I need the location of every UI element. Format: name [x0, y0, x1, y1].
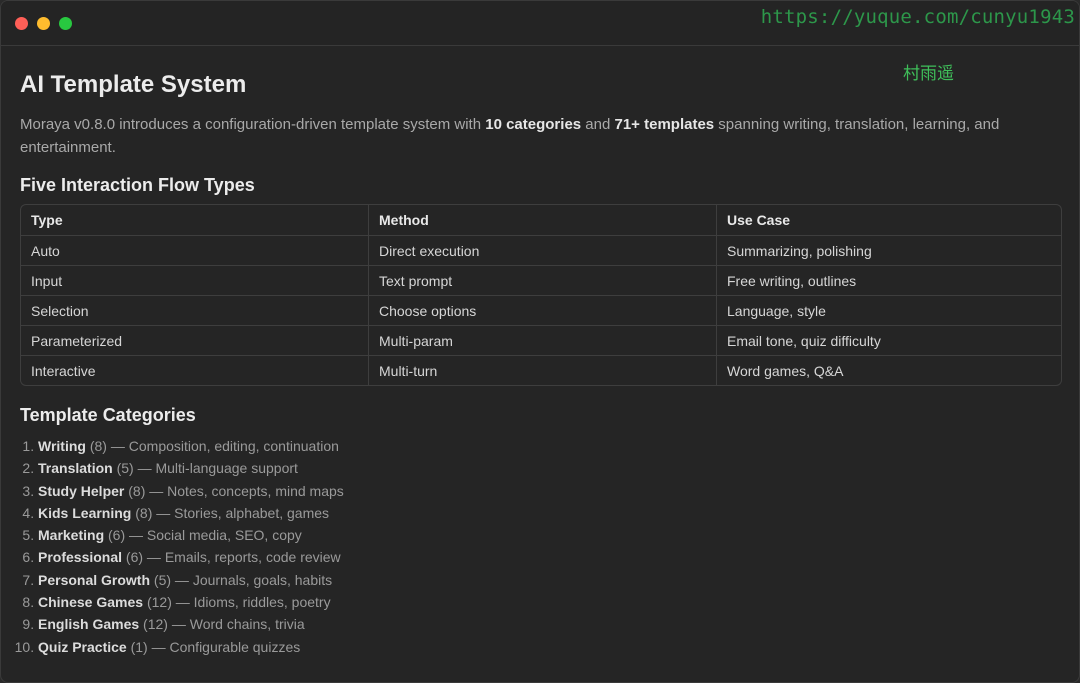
close-window-button[interactable] — [15, 17, 28, 30]
table-row: Parameterized Multi-param Email tone, qu… — [21, 326, 1061, 356]
cell-method: Choose options — [369, 296, 717, 326]
list-item: English Games (12) — Word chains, trivia — [38, 613, 1060, 635]
watermark-url: https://yuque.com/cunyu1943 — [760, 6, 1075, 28]
category-desc: — Emails, reports, code review — [143, 549, 341, 566]
column-header-use-case: Use Case — [717, 205, 1061, 236]
cell-use-case: Word games, Q&A — [727, 362, 844, 379]
list-item: Marketing (6) — Social media, SEO, copy — [38, 524, 1060, 546]
category-name: Chinese Games — [38, 594, 144, 611]
categories-heading: Template Categories — [20, 405, 196, 425]
category-count: (12) — [143, 616, 168, 633]
category-desc: — Composition, editing, continuation — [106, 438, 339, 454]
watermark-author: 村雨遥 — [903, 64, 954, 84]
table-row: Selection Choose options Language, style — [21, 296, 1061, 326]
cell-method: Multi-turn — [369, 356, 717, 385]
list-item: Professional (6) — Emails, reports, code… — [38, 546, 1060, 568]
category-count: (6) — [125, 549, 144, 566]
category-name: English Games — [38, 616, 140, 633]
table-row: Interactive Multi-turn Word games, Q&A — [21, 356, 1061, 385]
cell-type: Auto — [21, 236, 369, 266]
list-item: Quiz Practice (1) — Configurable quizzes — [38, 636, 1060, 658]
category-count: (5) — [153, 571, 172, 588]
app-window: https://yuque.com/cunyu1943 村雨遥 AI Templ… — [0, 0, 1080, 683]
list-item: Study Helper (8) — Notes, concepts, mind… — [38, 480, 1060, 502]
document-content: AI Template System Moraya v0.8.0 introdu… — [1, 46, 1079, 658]
intro-bold-templates: 71+ templates — [614, 116, 715, 133]
category-name: Quiz Practice — [38, 638, 127, 655]
table-row: Input Text prompt Free writing, outlines — [21, 266, 1061, 296]
flow-types-table: Type Method Use Case Auto Direct executi… — [20, 204, 1062, 386]
table-row: Auto Direct execution Summarizing, polis… — [21, 236, 1061, 266]
categories-list: Writing (8) — Composition, editing, cont… — [20, 435, 1060, 658]
category-name: Professional — [38, 549, 123, 566]
intro-paragraph: Moraya v0.8.0 introduces a configuration… — [20, 113, 1050, 159]
category-name: Study Helper — [38, 482, 125, 499]
flow-types-heading: Five Interaction Flow Types — [20, 175, 255, 195]
table-header-row: Type Method Use Case — [21, 205, 1061, 236]
category-desc: — Word chains, trivia — [167, 616, 305, 633]
cell-use-case: Language, style — [717, 296, 1061, 326]
cell-method: Text prompt — [369, 266, 717, 296]
intro-bold-categories: 10 categories — [485, 116, 582, 133]
list-item: Writing (8) — Composition, editing, cont… — [38, 435, 1060, 457]
list-item: Translation (5) — Multi-language support — [38, 457, 1060, 479]
category-count: (5) — [116, 460, 134, 477]
cell-method: Direct execution — [369, 236, 717, 266]
intro-mid: and — [581, 116, 615, 133]
list-item: Kids Learning (8) — Stories, alphabet, g… — [38, 502, 1060, 524]
category-name: Writing — [38, 438, 86, 454]
category-desc: — Idioms, riddles, poetry — [171, 594, 331, 611]
category-name: Marketing — [38, 527, 105, 544]
maximize-window-button[interactable] — [59, 17, 72, 30]
cell-use-case: Free writing, outlines — [717, 266, 1061, 296]
minimize-window-button[interactable] — [37, 17, 50, 30]
cell-type: Interactive — [21, 356, 369, 385]
category-name: Personal Growth — [38, 571, 151, 588]
category-count: (6) — [108, 527, 126, 544]
window-controls — [15, 17, 72, 30]
cell-type: Parameterized — [21, 326, 369, 356]
category-count: (8) — [135, 504, 153, 521]
title-bar: https://yuque.com/cunyu1943 — [1, 1, 1079, 46]
category-desc: — Social media, SEO, copy — [125, 527, 302, 544]
cell-use-case: Email tone, quiz difficulty — [717, 326, 1061, 356]
intro-prefix: Moraya v0.8.0 introduces a configuration… — [20, 116, 486, 133]
list-item: Personal Growth (5) — Journals, goals, h… — [38, 569, 1060, 591]
cell-type: Selection — [21, 296, 369, 326]
category-count: (8) — [128, 482, 146, 499]
category-name: Kids Learning — [38, 504, 132, 521]
category-desc: — Multi-language support — [133, 460, 298, 477]
cell-use-case: Summarizing, polishing — [717, 236, 1061, 266]
cell-type: Input — [21, 266, 369, 296]
category-desc: — Configurable quizzes — [147, 638, 301, 655]
category-count: (12) — [146, 594, 172, 611]
category-name: Translation — [38, 460, 113, 477]
column-header-method: Method — [369, 205, 717, 236]
category-desc: — Journals, goals, habits — [171, 571, 333, 588]
category-count: (1) — [130, 638, 148, 655]
column-header-type: Type — [21, 205, 369, 236]
category-desc: — Stories, alphabet, games — [152, 504, 330, 521]
category-desc: — Notes, concepts, mind maps — [145, 482, 344, 499]
list-item: Chinese Games (12) — Idioms, riddles, po… — [38, 591, 1060, 613]
category-count: (8) — [89, 438, 107, 454]
cell-method: Multi-param — [369, 326, 717, 356]
